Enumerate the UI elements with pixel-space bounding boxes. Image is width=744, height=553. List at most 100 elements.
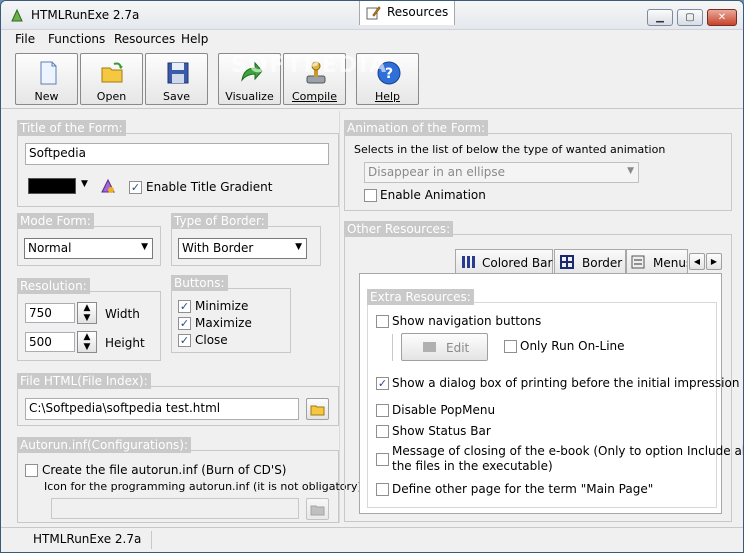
animation-value: Disappear in an ellipse — [368, 165, 506, 179]
message-closing-label-line2: the files in the executable) — [392, 459, 553, 473]
chevron-down-icon: ▼ — [627, 166, 634, 176]
menu-functions[interactable]: Functions — [48, 32, 105, 46]
border-grid-icon — [560, 255, 574, 269]
browse-html-button[interactable] — [306, 398, 329, 420]
enable-animation-label: Enable Animation — [380, 188, 486, 202]
buttons-header: Buttons: — [171, 275, 228, 291]
status-text: HTMLRunExe 2.7a — [33, 532, 142, 546]
menu-resources[interactable]: Resources — [114, 32, 175, 46]
nav-options-divider — [392, 334, 393, 361]
tab-resources-label: Resources — [387, 5, 449, 19]
window-title: HTMLRunExe 2.7a — [31, 8, 140, 22]
width-input[interactable]: 750 — [25, 303, 75, 323]
minimize-window-button[interactable]: ▁ — [647, 9, 673, 26]
menus-icon — [631, 255, 645, 269]
mode-form-header: Mode Form: — [17, 213, 94, 229]
tab-border-label: Border — [582, 256, 623, 270]
width-label: Width — [105, 307, 140, 321]
tab-colored-bar[interactable]: Colored Bar — [455, 249, 553, 273]
folder-icon — [310, 505, 325, 516]
height-stepper[interactable]: ▲ ▼ — [77, 331, 97, 353]
file-html-input[interactable]: C:\Softpedia\softpedia test.html — [25, 398, 299, 420]
resources-pencil-icon — [366, 6, 381, 20]
form-title-input[interactable]: Softpedia — [25, 143, 329, 165]
browse-icon-button[interactable] — [306, 498, 329, 520]
show-status-bar-checkbox[interactable] — [376, 425, 389, 438]
autorun-icon-input[interactable] — [51, 498, 299, 519]
edit-icon — [423, 342, 436, 352]
tab-border[interactable]: Border — [554, 249, 626, 273]
other-resources-header: Other Resources: — [344, 221, 454, 237]
animation-header: Animation of the Form: — [344, 120, 489, 136]
only-run-online-checkbox[interactable] — [504, 340, 517, 353]
color-dropdown-arrow-icon[interactable]: ▼ — [81, 179, 88, 189]
create-autorun-label: Create the file autorun.inf (Burn of CD'… — [42, 463, 287, 477]
edit-label: Edit — [446, 341, 470, 355]
chevron-down-icon: ▼ — [295, 242, 302, 252]
new-label: New — [34, 90, 59, 103]
extra-resources-header: Extra Resources: — [367, 289, 474, 305]
maximize-window-button[interactable]: ▢ — [677, 9, 703, 26]
create-autorun-checkbox[interactable] — [25, 464, 38, 477]
new-button[interactable]: New — [15, 53, 78, 105]
define-main-page-label: Define other page for the term "Main Pag… — [392, 482, 654, 496]
autorun-icon-label: Icon for the programming autorun.inf (it… — [44, 480, 366, 493]
tab-resources[interactable]: Resources — [359, 1, 455, 25]
mode-form-value: Normal — [28, 241, 72, 255]
dialog-printing-checkbox[interactable]: ✓ — [376, 377, 389, 390]
animation-select[interactable]: Disappear in an ellipse ▼ — [364, 162, 639, 183]
tab-menus-label: Menus — [653, 256, 687, 270]
enable-title-gradient-checkbox[interactable]: ✓ — [129, 181, 142, 194]
disable-popmenu-checkbox[interactable] — [376, 404, 389, 417]
status-bar: HTMLRunExe 2.7a — [1, 527, 743, 552]
tab-scroll-left-button[interactable]: ◀ — [689, 253, 705, 270]
open-folder-icon — [310, 405, 325, 416]
border-type-select[interactable]: With Border ▼ — [178, 238, 307, 259]
open-button[interactable]: Open — [80, 53, 143, 105]
app-icon — [11, 8, 23, 22]
message-closing-checkbox[interactable] — [376, 453, 389, 466]
enable-title-gradient-label: Enable Title Gradient — [146, 180, 273, 194]
menu-bar: File Functions Resources Help — [1, 30, 743, 49]
form-title-header: Title of the Form: — [17, 120, 126, 136]
width-stepper[interactable]: ▲ ▼ — [77, 302, 97, 324]
help-label: Help — [374, 90, 401, 103]
menu-help[interactable]: Help — [181, 32, 208, 46]
minimize-checkbox[interactable]: ✓ — [178, 300, 191, 313]
file-html-header: File HTML(File Index): — [17, 373, 151, 389]
maximize-checkbox[interactable]: ✓ — [178, 317, 191, 330]
show-navigation-checkbox[interactable] — [376, 315, 389, 328]
tab-menus[interactable]: Menus — [626, 249, 688, 273]
save-label: Save — [162, 90, 190, 103]
border-type-value: With Border — [182, 241, 254, 255]
define-main-page-checkbox[interactable] — [376, 483, 389, 496]
title-color-swatch[interactable] — [28, 178, 76, 194]
height-label: Height — [105, 336, 145, 350]
tab-colored-bar-label: Colored Bar — [482, 256, 553, 270]
open-folder-icon — [101, 62, 123, 83]
color-picker-icon[interactable] — [99, 177, 117, 195]
save-disk-icon — [167, 62, 189, 84]
maximize-label: Maximize — [195, 316, 252, 330]
main-window: HTMLRunExe 2.7a ▁ ▢ ✕ File Functions Res… — [0, 0, 744, 553]
chevron-down-icon: ▼ — [141, 242, 148, 252]
save-button[interactable]: Save — [145, 53, 208, 105]
message-closing-label-line1: Message of closing of the e-book (Only t… — [392, 444, 744, 458]
only-run-online-label: Only Run On-Line — [520, 339, 625, 353]
enable-animation-checkbox[interactable] — [364, 189, 377, 202]
menu-file[interactable]: File — [15, 32, 35, 46]
close-window-button[interactable]: ✕ — [707, 9, 737, 26]
disable-popmenu-label: Disable PopMenu — [392, 403, 496, 417]
open-label: Open — [96, 90, 127, 103]
height-input[interactable]: 500 — [25, 332, 75, 352]
status-divider — [151, 531, 152, 549]
new-file-icon — [40, 61, 57, 85]
mode-form-select[interactable]: Normal ▼ — [24, 238, 153, 259]
tab-scroll-right-button[interactable]: ▶ — [706, 253, 722, 270]
close-label: Close — [195, 333, 228, 347]
autorun-header: Autorun.inf(Configurations): — [17, 437, 192, 453]
close-checkbox[interactable]: ✓ — [178, 334, 191, 347]
show-status-bar-label: Show Status Bar — [392, 424, 491, 438]
watermark: SOFTPEDIA — [231, 53, 389, 78]
edit-button[interactable]: Edit — [401, 333, 488, 361]
